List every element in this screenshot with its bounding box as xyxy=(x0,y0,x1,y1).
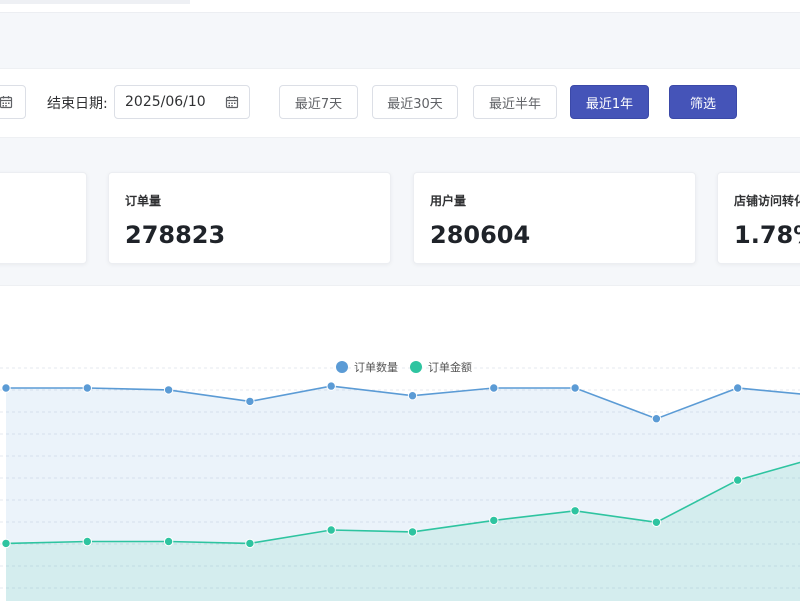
end-date-value: 2025/06/10 xyxy=(125,94,206,110)
range-half-year-button[interactable]: 最近半年 xyxy=(473,85,557,119)
data-point-s0-7[interactable] xyxy=(570,383,580,393)
legend-dot-orders xyxy=(336,361,348,373)
stat-card-users: 用户量 280604 xyxy=(413,172,696,264)
data-point-s0-4[interactable] xyxy=(326,381,336,391)
data-point-s1-7[interactable] xyxy=(570,506,580,516)
stat-card-partial xyxy=(0,172,87,264)
data-point-s0-1[interactable] xyxy=(82,383,93,393)
stat-label-orders: 订单量 xyxy=(125,194,162,208)
end-date-label: 结束日期: xyxy=(47,96,108,112)
legend-label-amount: 订单金额 xyxy=(428,361,472,374)
calendar-icon xyxy=(0,96,13,109)
range-7-days-button[interactable]: 最近7天 xyxy=(279,85,358,119)
stat-value-conversion: 1.78% xyxy=(734,221,800,249)
legend-item-orders[interactable]: 订单数量 xyxy=(336,359,398,375)
stat-card-orders: 订单量 278823 xyxy=(108,172,391,264)
data-point-s0-0[interactable] xyxy=(1,383,11,393)
data-point-s0-6[interactable] xyxy=(489,383,499,393)
start-date-input[interactable] xyxy=(0,85,26,119)
data-point-s1-0[interactable] xyxy=(1,538,11,549)
chart-legend: 订单数量 订单金额 xyxy=(0,359,800,379)
data-point-s1-8[interactable] xyxy=(651,517,662,528)
stat-value-orders: 278823 xyxy=(125,221,226,249)
chart-panel: 订单数量 订单金额 xyxy=(0,285,800,601)
legend-item-amount[interactable]: 订单金额 xyxy=(410,359,472,375)
filter-button[interactable]: 筛选 xyxy=(669,85,737,119)
header-tab-area xyxy=(0,0,190,4)
end-date-input[interactable]: 2025/06/10 xyxy=(114,85,250,119)
data-point-s0-8[interactable] xyxy=(651,414,662,424)
data-point-s1-2[interactable] xyxy=(163,536,174,547)
data-point-s0-3[interactable] xyxy=(245,396,255,407)
stat-value-users: 280604 xyxy=(430,221,531,249)
stat-card-conversion: 店铺访问转化 1.78% xyxy=(717,172,800,264)
data-point-s1-6[interactable] xyxy=(489,515,499,526)
data-point-s1-3[interactable] xyxy=(245,538,255,549)
range-30-days-button[interactable]: 最近30天 xyxy=(372,85,458,119)
data-point-s1-9[interactable] xyxy=(733,475,743,485)
legend-label-orders: 订单数量 xyxy=(354,361,398,374)
top-header-strip xyxy=(0,0,800,13)
data-point-s0-2[interactable] xyxy=(163,385,174,395)
stat-label-users: 用户量 xyxy=(430,194,467,208)
range-1-year-button[interactable]: 最近1年 xyxy=(570,85,649,119)
calendar-icon xyxy=(225,96,239,109)
data-point-s0-5[interactable] xyxy=(407,391,418,401)
data-point-s0-9[interactable] xyxy=(733,383,743,393)
data-point-s1-4[interactable] xyxy=(326,525,336,535)
line-chart xyxy=(0,367,800,601)
legend-dot-amount xyxy=(410,361,422,373)
filter-bar: 结束日期: 2025/06/10 最近7天 最近30天 最近半年 最近1年 筛选 xyxy=(0,68,800,138)
data-point-s1-5[interactable] xyxy=(407,527,418,537)
data-point-s1-1[interactable] xyxy=(82,536,93,547)
stat-label-conversion: 店铺访问转化 xyxy=(734,194,800,208)
